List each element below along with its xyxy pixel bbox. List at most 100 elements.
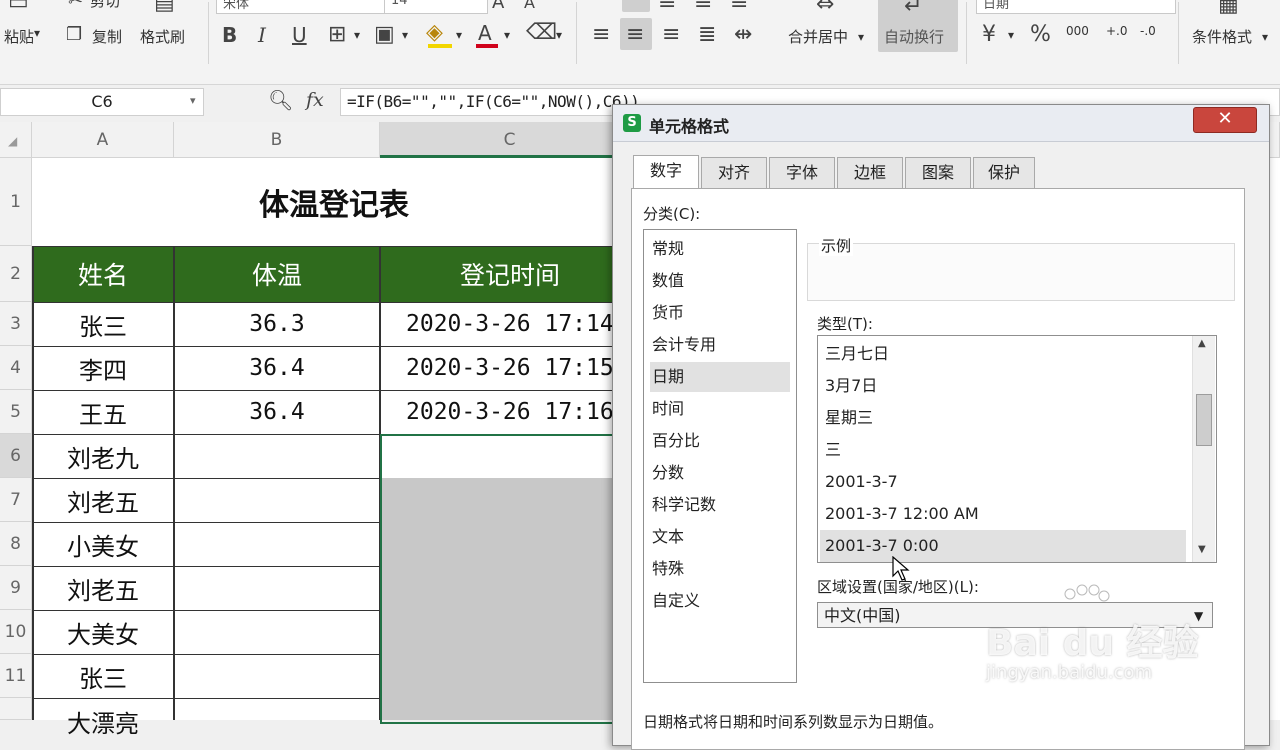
align-left-icon[interactable]: ≡ [592,24,610,46]
cell-c3[interactable]: 2020-3-26 17:14 [380,302,640,346]
decrease-font-icon[interactable]: A [524,0,535,14]
orientation-icon[interactable]: ≡ [730,0,748,14]
borders-icon[interactable]: ⊞ [328,24,346,46]
format-painter-button[interactable]: 格式刷 [140,26,185,47]
row-header-11[interactable]: 11 [0,654,32,698]
cell-c5[interactable]: 2020-3-26 17:16 [380,390,640,434]
cell-b6[interactable] [174,434,380,478]
decrease-decimal-button[interactable]: -.0 [1140,24,1156,38]
cell-a8[interactable]: 小美女 [32,522,174,566]
cell-style-icon[interactable]: ▣ [374,24,395,46]
dialog-titlebar[interactable]: S 单元格格式 ✕ [613,105,1269,142]
merge-center-button[interactable]: 合并居中 [788,26,848,47]
conditional-format-button[interactable]: 条件格式 [1192,26,1252,47]
distributed-icon[interactable]: ⇹ [734,24,752,46]
cell-c4[interactable]: 2020-3-26 17:15 [380,346,640,390]
clear-format-icon[interactable]: ⌫ [526,22,557,44]
category-item[interactable]: 百分比 [650,426,790,456]
row-header-7[interactable]: 7 [0,478,32,522]
wrap-text-icon[interactable]: ↵ [904,0,922,18]
bold-button[interactable]: B [222,24,237,46]
header-cell-temp[interactable]: 体温 [174,246,380,302]
wrap-text-button[interactable]: 自动换行 [884,26,944,47]
scroll-down-icon[interactable]: ▼ [1198,544,1206,555]
merge-center-icon[interactable]: ⇔ [816,0,834,16]
category-item[interactable]: 数值 [650,266,790,296]
conditional-format-dropdown-icon[interactable]: ▾ [1262,30,1268,44]
category-item[interactable]: 常规 [650,234,790,264]
tab-border[interactable]: 边框 [837,157,903,188]
tab-pattern[interactable]: 图案 [905,157,971,188]
cell-a6[interactable]: 刘老九 [32,434,174,478]
cell-b3[interactable]: 36.3 [174,302,380,346]
copy-icon[interactable]: ❐ [66,24,82,46]
cell-a7[interactable]: 刘老五 [32,478,174,522]
row-header-6[interactable]: 6 [0,434,32,478]
category-item[interactable]: 自定义 [650,586,790,616]
scroll-up-icon[interactable]: ▲ [1198,338,1206,349]
fill-color-icon[interactable]: ◈ [426,22,443,44]
sheet-title[interactable]: 体温登记表 [32,158,640,246]
type-list[interactable]: 三月七日 3月7日 星期三 三 2001-3-7 2001-3-7 12:00 … [817,335,1217,563]
tab-protection[interactable]: 保护 [973,157,1035,188]
font-color-dropdown-icon[interactable]: ▾ [504,28,510,42]
font-size-dropdown[interactable]: 14 [384,0,488,14]
row-header-4[interactable]: 4 [0,346,32,390]
cell-a5[interactable]: 王五 [32,390,174,434]
category-item-selected[interactable]: 日期 [650,362,790,392]
name-box-dropdown-icon[interactable]: ▾ [190,94,196,107]
name-box[interactable]: C6 [0,88,204,116]
category-list[interactable]: 常规 数值 货币 会计专用 日期 时间 百分比 分数 科学记数 文本 特殊 自定… [643,229,797,683]
cell-b4[interactable]: 36.4 [174,346,380,390]
row-header-2[interactable]: 2 [0,246,32,302]
cut-button[interactable]: 剪切 [90,0,120,11]
tab-alignment[interactable]: 对齐 [701,157,767,188]
paste-button[interactable]: 粘贴 [4,26,34,47]
font-color-icon[interactable]: A [478,22,492,44]
cell-b5[interactable]: 36.4 [174,390,380,434]
increase-font-icon[interactable]: A [492,0,504,14]
increase-decimal-button[interactable]: +.0 [1106,24,1128,38]
cell-a9[interactable]: 刘老五 [32,566,174,610]
tab-number[interactable]: 数字 [633,155,699,189]
align-bottom-icon[interactable]: ≡ [694,0,712,14]
fill-color-dropdown-icon[interactable]: ▾ [456,28,462,42]
fx-button[interactable]: fx [306,89,324,111]
type-item-selected[interactable]: 2001-3-7 0:00 [820,530,1186,562]
thousands-button[interactable]: 000 [1066,24,1089,38]
justify-icon[interactable]: ≣ [698,24,716,46]
column-header-c[interactable]: C [380,122,640,158]
merge-dropdown-icon[interactable]: ▾ [858,30,864,44]
type-item[interactable]: 2001-3-7 [820,466,1186,498]
category-item[interactable]: 分数 [650,458,790,488]
copy-button[interactable]: 复制 [92,26,122,47]
borders-dropdown-icon[interactable]: ▾ [354,28,360,42]
paste-icon[interactable]: ▭ [8,0,29,14]
type-item[interactable]: 三 [820,434,1186,466]
type-item[interactable]: 三月七日 [820,338,1186,370]
underline-button[interactable]: U [292,24,307,46]
column-header-a[interactable]: A [32,122,174,158]
cell-style-dropdown-icon[interactable]: ▾ [402,28,408,42]
cut-icon[interactable]: ✂ [68,0,83,12]
category-item[interactable]: 科学记数 [650,490,790,520]
tab-font[interactable]: 字体 [769,157,835,188]
row-header-5[interactable]: 5 [0,390,32,434]
row-header-1[interactable]: 1 [0,158,32,246]
header-cell-time[interactable]: 登记时间 [380,246,640,302]
italic-button[interactable]: I [258,24,266,46]
clear-dropdown-icon[interactable]: ▾ [556,28,562,42]
zoom-search-icon[interactable]: 🔍︎ [268,88,293,112]
cell-a4[interactable]: 李四 [32,346,174,390]
select-all-corner[interactable]: ◢ [0,122,32,158]
category-item[interactable]: 时间 [650,394,790,424]
row-header-12[interactable] [0,698,32,720]
row-header-9[interactable]: 9 [0,566,32,610]
percent-button[interactable]: % [1030,24,1051,46]
type-item[interactable]: 3月7日 [820,370,1186,402]
conditional-format-icon[interactable]: ▦ [1218,0,1239,16]
close-button[interactable]: ✕ [1193,107,1257,133]
category-item[interactable]: 文本 [650,522,790,552]
row-header-10[interactable]: 10 [0,610,32,654]
paste-dropdown-icon[interactable]: ▾ [34,26,40,40]
